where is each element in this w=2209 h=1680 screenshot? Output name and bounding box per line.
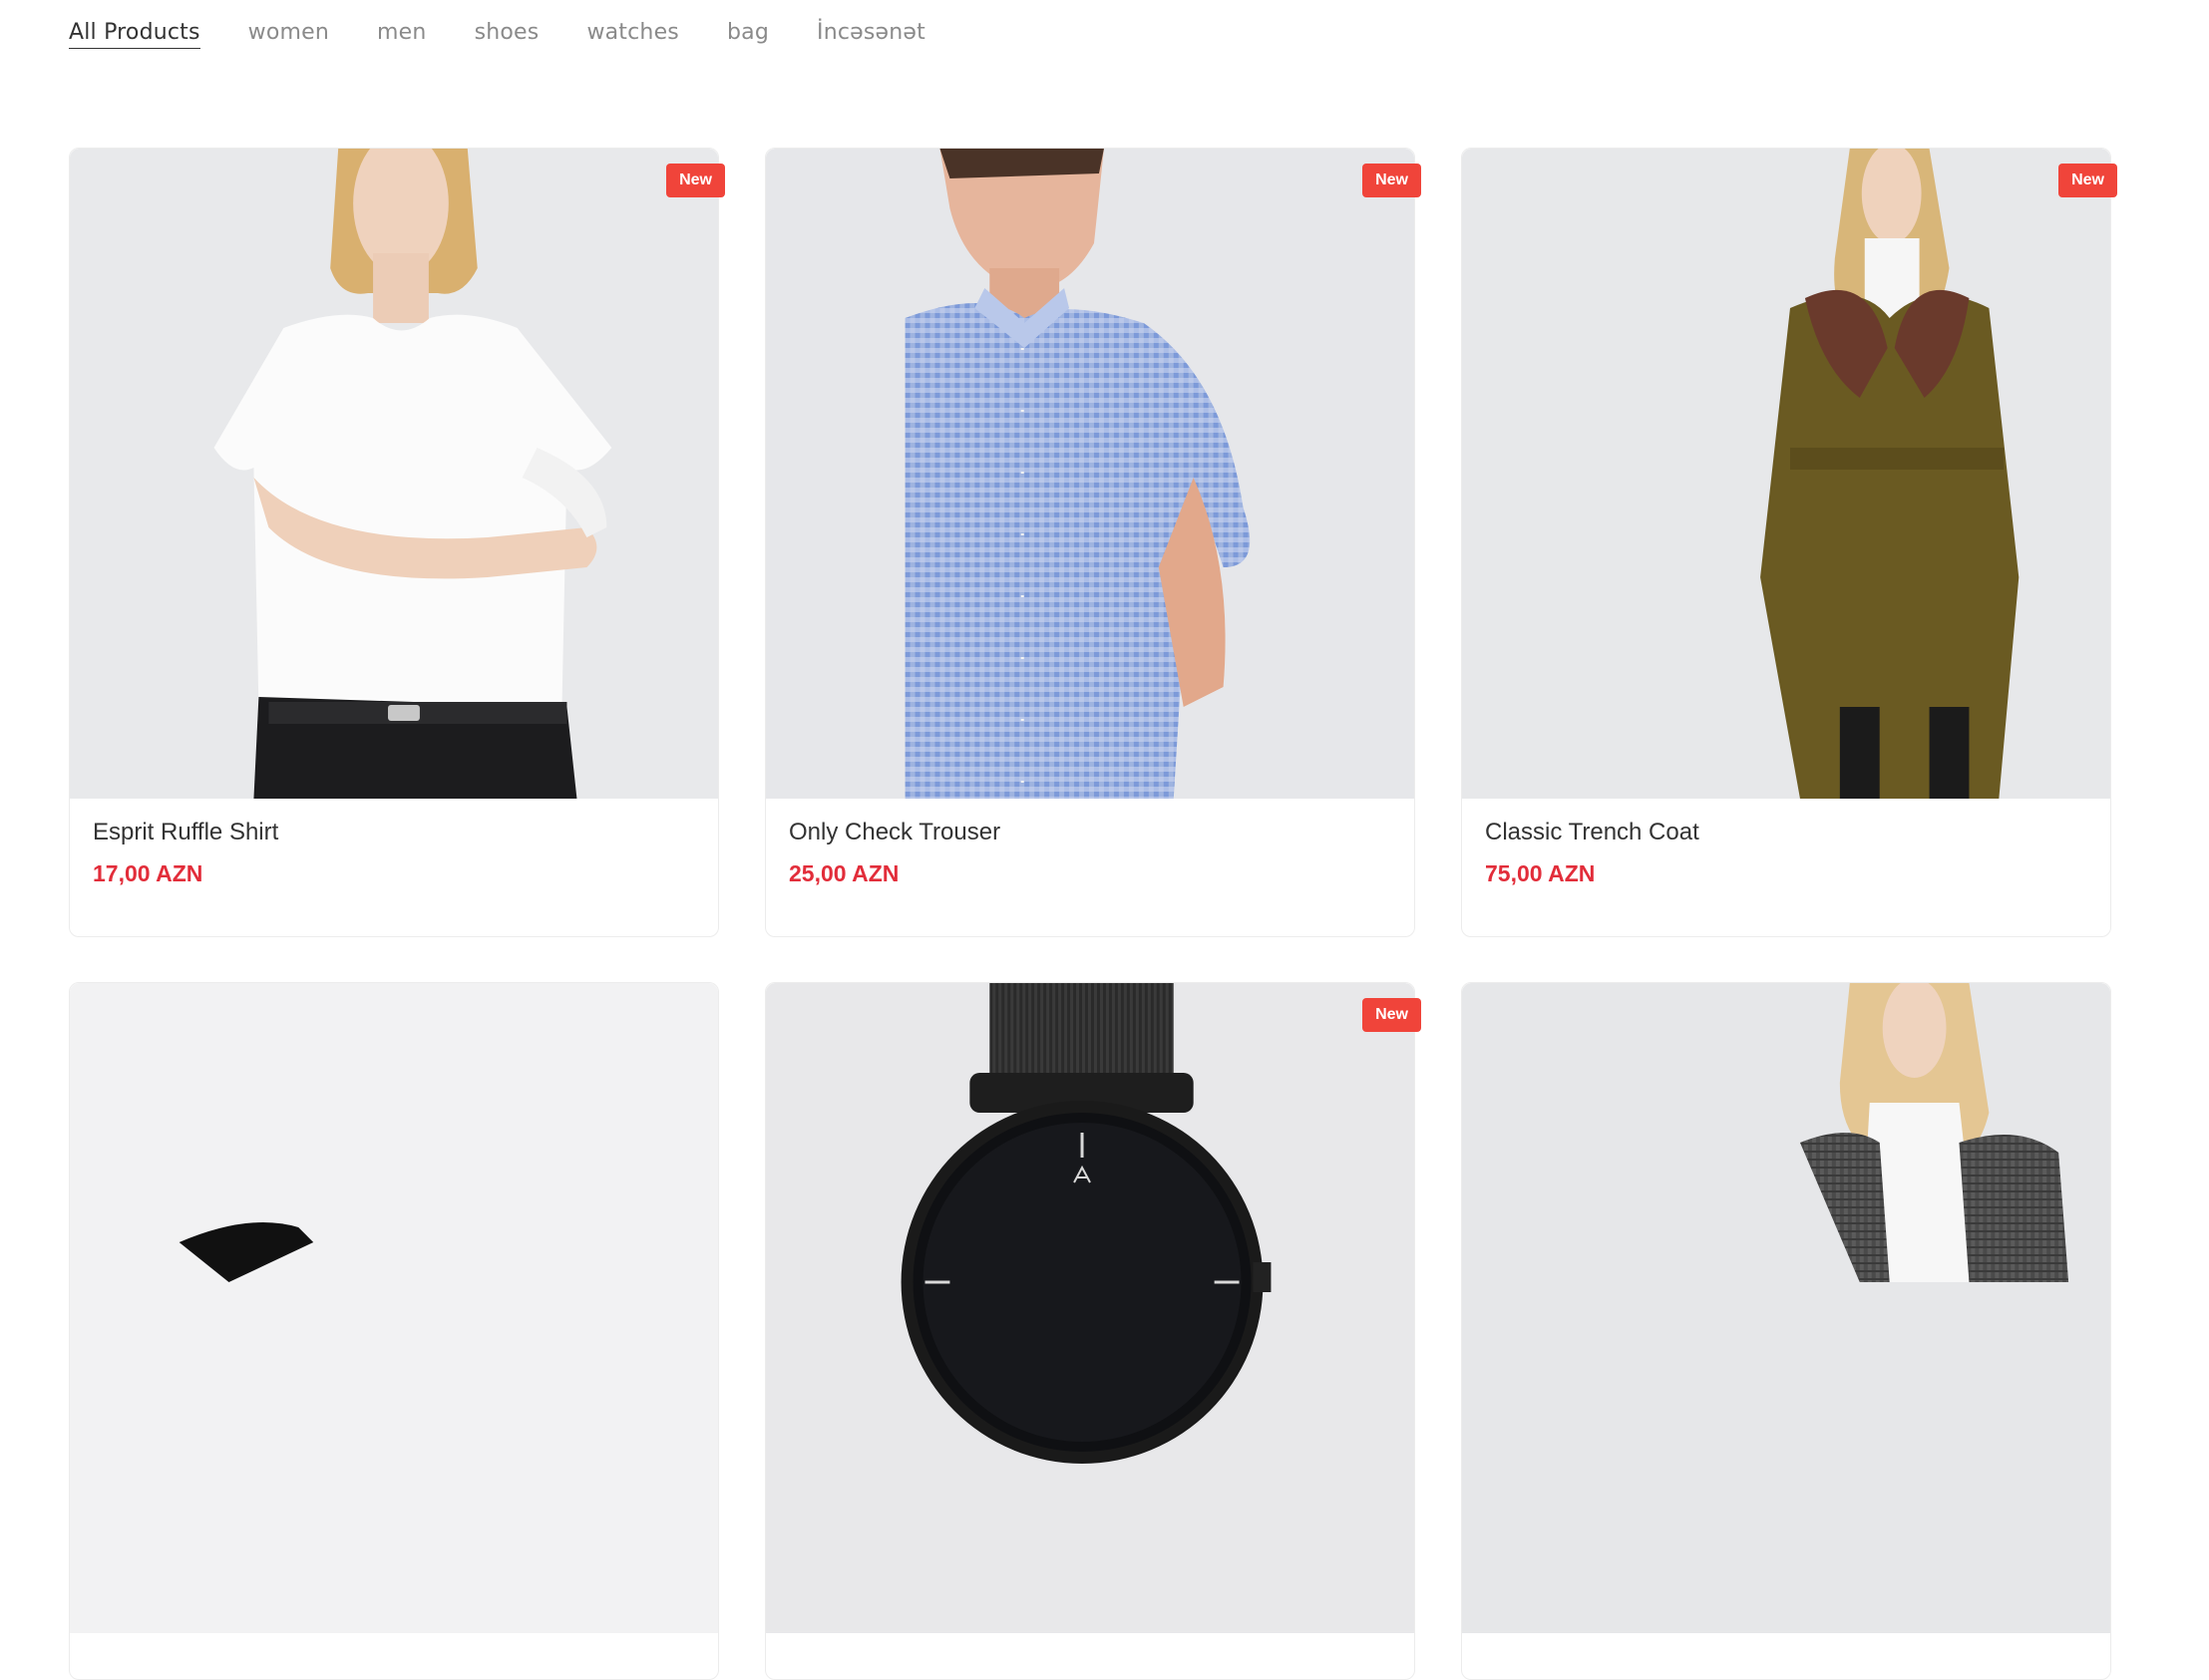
new-badge: New [666, 164, 725, 197]
filter-men[interactable]: men [377, 20, 427, 49]
new-badge: New [1362, 998, 1421, 1032]
product-name[interactable]: Esprit Ruffle Shirt [93, 819, 695, 846]
product-grid: New Esprit Ruffle Shirt 17,00 AZN New On… [69, 148, 2117, 1680]
product-name[interactable]: Only Check Trouser [789, 819, 1391, 846]
product-price: 75,00 AZN [1485, 860, 1596, 886]
product-price: 25,00 AZN [789, 860, 900, 886]
product-image-woman-plaid-blazer[interactable] [1462, 983, 2110, 1633]
product-price: 17,00 AZN [93, 860, 203, 886]
product-card[interactable]: New [765, 148, 1421, 937]
new-badge: New [1362, 164, 1421, 197]
new-badge: New [2058, 164, 2117, 197]
product-image-man-blue-check-shirt[interactable] [766, 149, 1414, 799]
product-image-black-wrist-watch[interactable] [766, 983, 1414, 1633]
product-name[interactable]: Classic Trench Coat [1485, 819, 2087, 846]
product-card[interactable]: New Classic Trench Coat 75,00 AZN [1461, 148, 2117, 937]
filter-art[interactable]: İncəsənət [817, 20, 925, 49]
product-card[interactable] [69, 982, 719, 1680]
product-image-woman-white-tshirt[interactable] [70, 149, 718, 799]
product-card[interactable] [1461, 982, 2111, 1680]
filter-all-products[interactable]: All Products [69, 20, 200, 49]
product-card[interactable]: New Esprit Ruffle Shirt 17,00 AZN [69, 148, 725, 937]
product-info: Esprit Ruffle Shirt 17,00 AZN [70, 799, 718, 887]
product-info: Only Check Trouser 25,00 AZN [766, 799, 1414, 887]
filter-watches[interactable]: watches [586, 20, 679, 49]
filter-women[interactable]: women [248, 20, 329, 49]
category-filter-bar: All Products women men shoes watches bag… [69, 14, 925, 54]
filter-bag[interactable]: bag [727, 20, 769, 49]
product-card[interactable]: New [765, 982, 1421, 1680]
product-image-woman-olive-trench-coat[interactable] [1462, 149, 2110, 799]
product-info: Classic Trench Coat 75,00 AZN [1462, 799, 2110, 887]
filter-shoes[interactable]: shoes [475, 20, 540, 49]
product-image-black-shoe[interactable] [70, 983, 718, 1633]
